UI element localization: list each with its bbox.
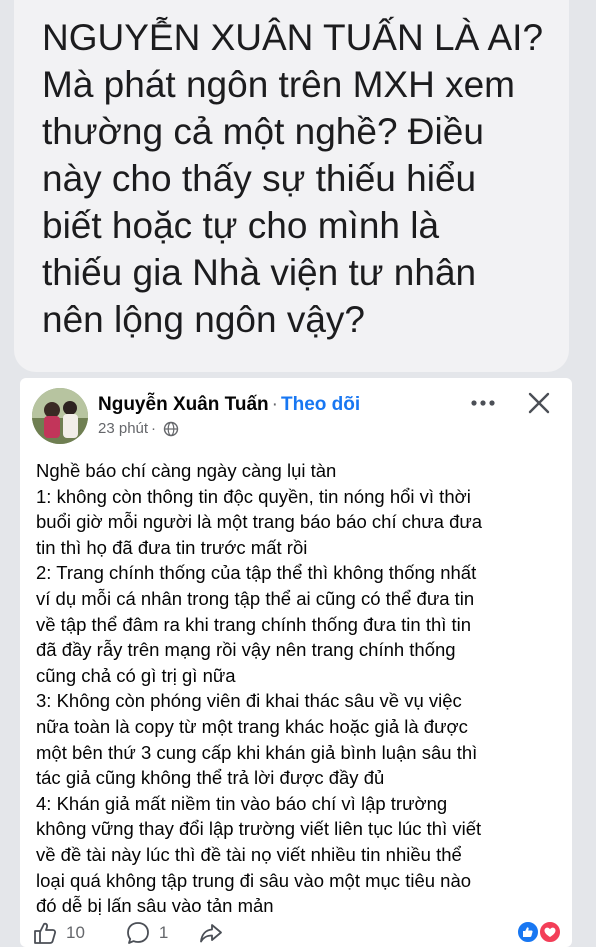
like-reaction-icon [516,920,562,944]
close-button[interactable] [526,390,552,416]
post-line: Nghề báo chí càng ngày càng lụi tàn [36,460,337,481]
caption-text: NGUYỄN XUÂN TUẤN LÀ AI? Mà phát ngôn trê… [42,14,582,343]
more-button[interactable] [468,392,498,414]
post-line: 4: Khán giả mất niềm tin vào báo chí vì … [36,792,448,814]
comment-icon [127,922,149,944]
post-line: buổi giờ mỗi người là một trang báo báo … [36,511,483,533]
author-name[interactable]: Nguyễn Xuân Tuấn [98,394,269,415]
comment-count: 1 [158,923,169,942]
reaction-stack[interactable] [514,918,572,947]
post-line: cũng chả có gì trị gì nữa [36,664,236,686]
author-separator: · [271,394,278,415]
caption-line: thường cả một nghề? Điều [42,111,484,152]
post-line: về đề tài này lúc thì đề tài nọ viết nhi… [36,843,462,865]
post-line: về tập thể đâm ra khi trang chính thống … [36,613,472,635]
like-button[interactable]: 10 [32,920,85,946]
caption-line: biết hoặc tự cho mình là [42,205,440,246]
post-line: nữa toàn là copy từ một trang khác hoặc … [36,715,468,737]
post-line: không vững thay đổi lập trường viết liên… [36,818,482,840]
post-meta: 23 phút · [98,420,179,437]
post-line: đã đầy rẫy trên mạng rồi vậy nên trang c… [36,639,456,661]
author-line: Nguyễn Xuân Tuấn · Theo dõi [98,394,360,416]
post-line: đó dễ bị lấn sâu vào tản mản [36,895,274,917]
post-line: ví dụ mỗi cá nhân trong tập thể ai cũng … [36,587,475,609]
caption-line: Mà phát ngôn trên MXH xem [42,64,515,105]
like-icon [34,922,57,944]
post-time[interactable]: 23 phút [98,420,148,437]
globe-icon [163,421,179,436]
meta-separator: · [151,420,157,437]
share-button[interactable] [198,920,224,946]
post-card: Nguyễn Xuân Tuấn · Theo dõi 23 phút · Nghề… [20,378,572,947]
close-icon [528,392,550,414]
more-icon [471,400,495,406]
avatar[interactable] [32,388,88,444]
post-line: 2: Trang chính thống của tập thể thì khô… [36,562,477,584]
caption-line: NGUYỄN XUÂN TUẤN LÀ AI? [42,17,544,58]
avatar-image [32,388,88,444]
post-line: loại quá không tập trung đi sâu vào một … [36,869,472,891]
comment-button[interactable]: 1 [125,920,168,946]
post-line: 1: không còn thông tin độc quyền, tin nó… [36,485,471,507]
action-bar: 10 1 [32,918,572,947]
like-count: 10 [66,923,85,942]
caption-line: này cho thấy sự thiếu hiểu [42,158,477,199]
post-body: Nghề báo chí càng ngày càng lụi tàn 1: k… [36,458,566,919]
post-line: 3: Không còn phóng viên đi khai thác sâu… [36,690,462,712]
share-icon [200,924,223,943]
caption-line: nên lộng ngôn vậy? [42,299,365,340]
post-line: tác giả cũng không thể trả lời được đầy … [36,767,385,789]
post-line: tin thì họ đã đưa tin trước mất rồi [36,536,308,558]
post-line: một bên thứ 3 cung cấp khi khán giả bình… [36,741,478,763]
caption-line: thiếu gia Nhà viện tư nhân [42,252,477,293]
follow-button[interactable]: Theo dõi [281,394,360,415]
